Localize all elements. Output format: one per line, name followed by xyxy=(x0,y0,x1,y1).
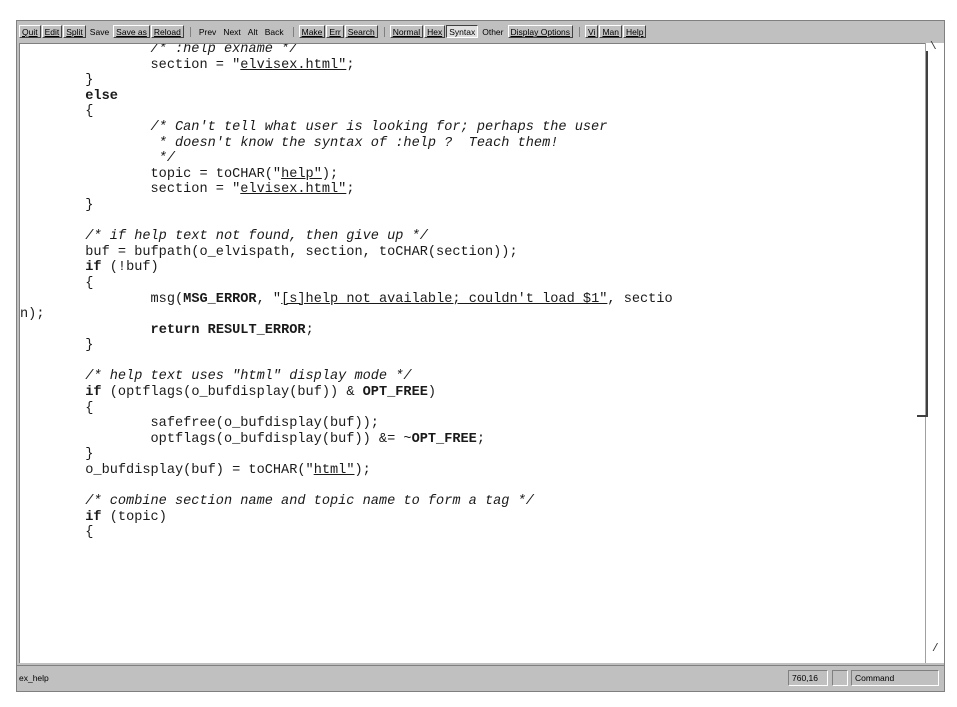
code-line: } xyxy=(20,197,94,213)
cursor-position: 760,16 xyxy=(788,670,828,686)
elvis-window: Quit Edit Split Save Save as Reload Prev… xyxy=(16,20,945,692)
toolbar-separator xyxy=(189,26,191,37)
code-line: o_bufdisplay(buf) = toCHAR("html"); xyxy=(20,463,371,479)
syntax-button[interactable]: Syntax xyxy=(446,25,479,38)
code-line: section = "elvisex.html"; xyxy=(20,182,355,198)
code-line: { xyxy=(20,400,94,416)
hex-button[interactable]: Hex xyxy=(424,25,446,38)
toolbar-separator xyxy=(579,26,581,37)
code-line: buf = bufpath(o_elvispath, section, toCH… xyxy=(20,244,518,260)
code-line: } xyxy=(20,447,94,463)
code-line: else xyxy=(85,88,118,104)
next-button[interactable]: Next xyxy=(220,25,243,38)
quit-button[interactable]: Quit xyxy=(19,25,41,38)
code-line: * doesn't know the syntax of :help ? Tea… xyxy=(20,135,559,151)
code-line: /* help text uses "html" display mode */ xyxy=(20,369,412,385)
err-button[interactable]: Err xyxy=(326,25,344,38)
code-line: { xyxy=(20,275,94,291)
search-button[interactable]: Search xyxy=(344,25,378,38)
man-button[interactable]: Man xyxy=(599,25,622,38)
back-button[interactable]: Back xyxy=(262,25,287,38)
code-listing: /* :help exname */ section = "elvisex.ht… xyxy=(20,43,673,541)
code-line: } xyxy=(20,73,94,89)
scroll-up-icon[interactable]: \ xyxy=(930,41,937,53)
prev-button[interactable]: Prev xyxy=(196,25,219,38)
alt-button[interactable]: Alt xyxy=(245,25,261,38)
split-button[interactable]: Split xyxy=(63,25,86,38)
code-line: */ xyxy=(20,151,175,167)
code-line: /* if help text not found, then give up … xyxy=(20,229,428,245)
scroll-down-icon[interactable]: / xyxy=(932,643,939,655)
code-line: safefree(o_bufdisplay(buf)); xyxy=(20,416,379,432)
status-bar: ex_help 760,16 Command xyxy=(17,665,944,691)
code-line: section = "elvisex.html"; xyxy=(20,57,355,73)
other-button[interactable]: Other xyxy=(479,25,506,38)
toolbar-separator xyxy=(383,26,385,37)
code-line: topic = toCHAR("help"); xyxy=(20,166,339,182)
code-line: if (optflags(o_bufdisplay(buf)) & OPT_FR… xyxy=(85,385,437,401)
editor-text-area[interactable]: /* :help exname */ section = "elvisex.ht… xyxy=(19,43,925,663)
code-line: /* Can't tell what user is looking for; … xyxy=(20,119,608,135)
code-line: /* combine section name and topic name t… xyxy=(20,494,534,510)
code-line: /* :help exname */ xyxy=(20,43,298,57)
code-line: { xyxy=(20,525,94,541)
code-line: optflags(o_bufdisplay(buf)) &= ~OPT_FREE… xyxy=(20,431,486,447)
code-line: n); xyxy=(20,307,45,323)
code-line: return RESULT_ERROR; xyxy=(150,322,314,338)
mode-indicator: Command xyxy=(851,670,939,686)
code-line: if (!buf) xyxy=(85,260,159,276)
code-line: } xyxy=(20,338,94,354)
vertical-scrollbar[interactable]: \ / xyxy=(917,41,944,663)
save-as-button[interactable]: Save as xyxy=(113,25,150,38)
toolbar-separator xyxy=(292,26,294,37)
buffer-name: ex_help xyxy=(19,673,49,683)
vi-button[interactable]: Vi xyxy=(585,25,599,38)
normal-button[interactable]: Normal xyxy=(389,25,424,38)
make-button[interactable]: Make xyxy=(298,25,326,38)
code-line: msg(MSG_ERROR, "[s]help not available; c… xyxy=(20,291,673,307)
toolbar: Quit Edit Split Save Save as Reload Prev… xyxy=(17,21,944,42)
help-button[interactable]: Help xyxy=(622,25,647,38)
display-options-button[interactable]: Display Options xyxy=(507,25,574,38)
code-line: { xyxy=(20,104,94,120)
edit-button[interactable]: Edit xyxy=(41,25,63,38)
save-button[interactable]: Save xyxy=(87,25,112,38)
scrollbar-thumb[interactable] xyxy=(917,51,928,417)
status-indicator xyxy=(832,670,848,686)
reload-button[interactable]: Reload xyxy=(150,25,184,38)
code-line: if (topic) xyxy=(85,509,167,525)
